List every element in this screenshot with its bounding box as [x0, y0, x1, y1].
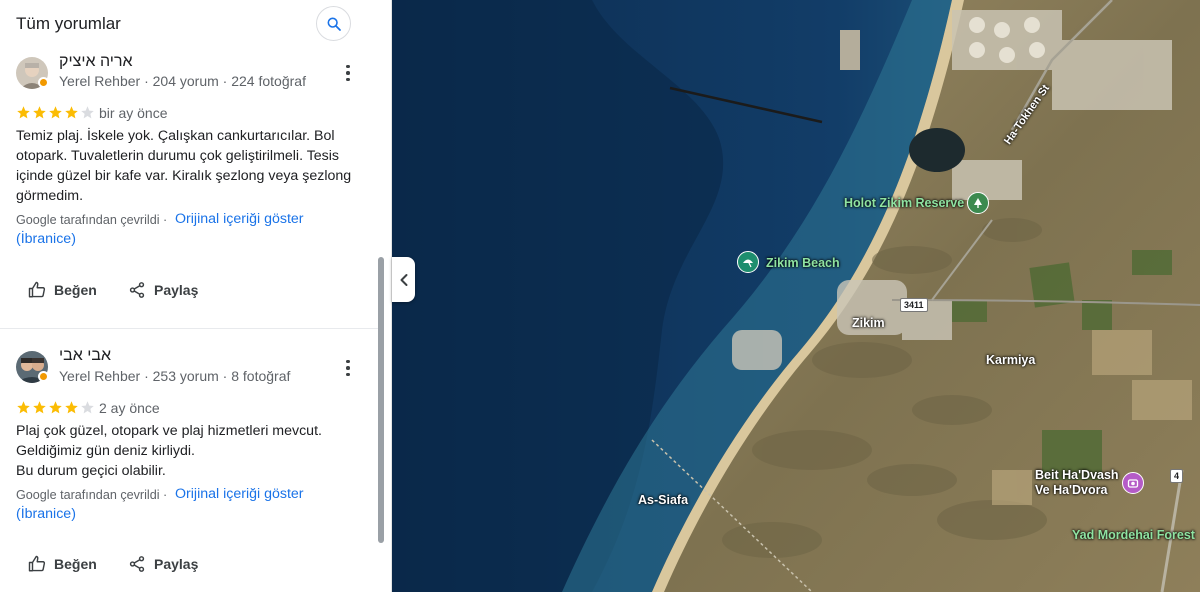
review-text: Plaj çok güzel, otopark ve plaj hizmetle… — [16, 421, 366, 481]
share-label: Paylaş — [154, 282, 199, 298]
star-empty-icon — [81, 106, 94, 119]
star-rating — [16, 105, 95, 120]
map-label-karmiya[interactable]: Karmiya — [986, 353, 1035, 367]
park-pin-icon[interactable] — [967, 192, 989, 214]
more-options-button[interactable] — [340, 357, 356, 379]
attraction-pin-icon[interactable] — [1122, 472, 1144, 494]
star-rating — [16, 400, 95, 415]
star-filled-icon — [17, 401, 30, 414]
review-author-meta: Yerel Rehber · 204 yorum · 224 fotoğraf — [59, 73, 306, 89]
road-number-badge: 3411 — [900, 298, 928, 312]
thumb-up-icon — [28, 555, 46, 572]
star-filled-icon — [33, 401, 46, 414]
like-label: Beğen — [54, 556, 97, 572]
map-label-holot-zikim-reserve[interactable]: Holot Zikim Reserve — [844, 196, 964, 210]
collapse-panel-button[interactable] — [392, 257, 415, 302]
search-reviews-button[interactable] — [316, 6, 351, 41]
review-author-meta: Yerel Rehber · 253 yorum · 8 fotoğraf — [59, 368, 291, 384]
star-filled-icon — [33, 106, 46, 119]
map-label-as-siafa[interactable]: As-Siafa — [638, 493, 688, 507]
share-label: Paylaş — [154, 556, 199, 572]
more-options-button[interactable] — [340, 62, 356, 84]
star-filled-icon — [65, 401, 78, 414]
map-label-yad-mordehai-forest[interactable]: Yad Mordehai Forest — [1072, 528, 1195, 542]
reviews-panel: Tüm yorumlar אריה איציק Yerel Rehber · 2… — [0, 0, 392, 592]
star-filled-icon — [49, 106, 62, 119]
original-language-link[interactable]: (İbranice) — [16, 506, 76, 522]
star-filled-icon — [65, 106, 78, 119]
share-button[interactable]: Paylaş — [128, 555, 198, 573]
panel-scrollbar[interactable] — [378, 257, 384, 543]
review-text-line: Geldiğimiz gün deniz kirliydi. — [16, 443, 195, 459]
search-icon — [327, 17, 341, 31]
star-filled-icon — [17, 106, 30, 119]
thumb-up-icon — [28, 281, 46, 298]
original-language-link[interactable]: (İbranice) — [16, 231, 76, 247]
star-filled-icon — [49, 401, 62, 414]
star-empty-icon — [81, 401, 94, 414]
review-text-line: Plaj çok güzel, otopark ve plaj hizmetle… — [16, 423, 322, 439]
review-author[interactable]: אבי אבי — [59, 347, 111, 365]
share-icon — [129, 556, 145, 572]
satellite-imagery — [392, 0, 1200, 592]
translated-note: Google tarafından çevrildi · — [16, 213, 168, 227]
panel-header: Tüm yorumlar — [0, 0, 391, 50]
review-text: Temiz plaj. İskele yok. Çalışkan cankurt… — [16, 128, 352, 204]
local-guide-badge-icon — [38, 371, 49, 382]
road-number-badge: 4 — [1170, 469, 1184, 483]
map-label-zikim-beach[interactable]: Zikim Beach — [766, 256, 840, 270]
map-label-zikim[interactable]: Zikim — [852, 316, 885, 330]
show-original-link[interactable]: Orijinal içeriği göster — [175, 211, 304, 227]
review-author[interactable]: אריה איציק — [59, 53, 133, 71]
chevron-left-icon — [400, 273, 407, 286]
translated-note: Google tarafından çevrildi · — [16, 488, 168, 502]
review-text-line: Bu durum geçici olabilir. — [16, 463, 166, 479]
map-label-beit-hadvash[interactable]: Beit Ha'Dvash — [1035, 468, 1119, 482]
share-button[interactable]: Paylaş — [128, 281, 198, 299]
local-guide-badge-icon — [38, 77, 49, 88]
like-button[interactable]: Beğen — [28, 281, 97, 299]
beach-pin-icon[interactable] — [737, 251, 759, 273]
like-label: Beğen — [54, 282, 97, 298]
share-icon — [129, 282, 145, 298]
satellite-map[interactable]: Holot Zikim Reserve Zikim Beach Zikim Ka… — [392, 0, 1200, 592]
panel-title: Tüm yorumlar — [16, 14, 121, 33]
map-label-ve-hadvora[interactable]: Ve Ha'Dvora — [1035, 483, 1107, 497]
review-time: 2 ay önce — [99, 400, 160, 416]
like-button[interactable]: Beğen — [28, 555, 97, 573]
show-original-link[interactable]: Orijinal içeriği göster — [175, 486, 304, 502]
review-divider — [0, 328, 380, 329]
review-time: bir ay önce — [99, 105, 168, 121]
